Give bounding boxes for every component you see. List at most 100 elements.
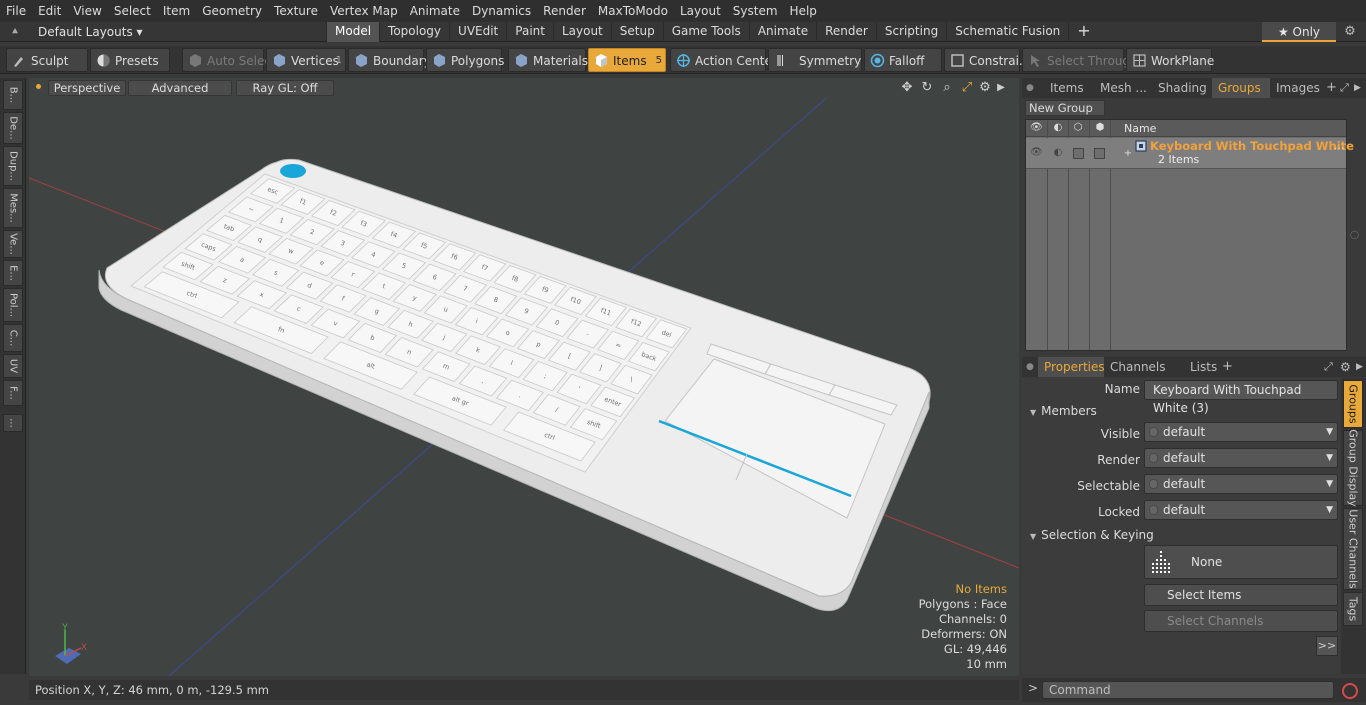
render-icon[interactable]: ◐ (1052, 122, 1064, 134)
row-lock-checkbox[interactable] (1094, 148, 1105, 159)
menu-animate[interactable]: Animate (404, 0, 466, 22)
collapse-icon[interactable]: ⯅ (8, 25, 22, 39)
locked-select[interactable]: default ▼ (1144, 500, 1338, 520)
viewport-menu-arrow-icon[interactable]: ▶ (993, 80, 1009, 96)
expand-properties-icon[interactable]: ⤢ (1324, 357, 1336, 377)
none-button[interactable]: None (1144, 545, 1338, 579)
left-tab-5[interactable]: E... (3, 260, 23, 286)
properties-menu-arrow-icon[interactable]: ▶ (1356, 357, 1366, 377)
advanced-button[interactable]: Advanced (128, 80, 232, 96)
polygons-button[interactable]: Polygons (426, 48, 504, 72)
panel-menu-arrow-icon[interactable]: ▶ (1354, 78, 1366, 98)
tab-channels[interactable]: Channels (1106, 357, 1168, 377)
expand-plus-icon[interactable]: + (1122, 148, 1134, 160)
menu-item[interactable]: Item (157, 0, 196, 22)
gear-icon[interactable]: ⚙ (1340, 22, 1360, 42)
vtab-groups[interactable]: Groups (1343, 380, 1363, 428)
visibility-eye-icon[interactable]: 👁 (1030, 122, 1043, 134)
action-center-button[interactable]: Action Center (670, 48, 777, 72)
layout-tab-paint[interactable]: Paint (506, 22, 553, 42)
left-tab-1[interactable]: De... (3, 112, 23, 144)
left-tab-0[interactable]: B... (3, 80, 23, 110)
left-tab-10[interactable]: ... (3, 414, 23, 432)
row-select-checkbox[interactable] (1073, 148, 1084, 159)
tab-properties[interactable]: Properties (1038, 357, 1105, 377)
menu-system[interactable]: System (727, 0, 784, 22)
menu-layout[interactable]: Layout (674, 0, 727, 22)
layout-tab-render[interactable]: Render (816, 22, 876, 42)
boundary-button[interactable]: Boundary (348, 48, 431, 72)
row-render-icon[interactable]: ◐ (1052, 147, 1064, 159)
viewport-indicator-icon[interactable] (36, 84, 41, 89)
materials-button[interactable]: Materials (508, 48, 588, 72)
keyboard-model[interactable]: escf1f2f3f4f5f6f7f8f9f10f11f12del~123456… (98, 158, 931, 612)
workplane-button[interactable]: WorkPlane (1126, 48, 1214, 72)
row-eye-icon[interactable]: 👁 (1030, 147, 1043, 159)
tab-mesh[interactable]: Mesh ... (1096, 78, 1152, 98)
select-cube-icon[interactable]: ⬡ (1072, 122, 1084, 134)
visible-select[interactable]: default ▼ (1144, 422, 1338, 442)
menu-view[interactable]: View (67, 0, 107, 22)
3d-viewport[interactable]: esc f1 f2 f3 f4 f5 f6 f7 f8 f9 f10 f11 f12 del ~1 2 3 4 5 6… (29, 78, 1019, 676)
render-select[interactable]: default ▼ (1144, 448, 1338, 468)
tab-items[interactable]: Items (1036, 78, 1094, 98)
members-collapse-icon[interactable]: ▼ (1030, 408, 1036, 417)
left-tab-3[interactable]: Mes... (3, 188, 23, 228)
left-tab-7[interactable]: C... (3, 324, 23, 352)
zoom-view-icon[interactable]: ⌕ (939, 80, 955, 96)
left-tab-4[interactable]: Ve... (3, 230, 23, 258)
only-toggle[interactable]: ★ Only (1262, 22, 1336, 42)
layout-tab-topology[interactable]: Topology (379, 22, 449, 42)
left-tab-9[interactable]: F... (3, 380, 23, 406)
perspective-button[interactable]: Perspective (48, 80, 126, 96)
select-through-button[interactable]: Select Through (1022, 48, 1138, 72)
command-input[interactable]: Command (1042, 681, 1334, 699)
lock-cube-icon[interactable]: ⬢ (1094, 122, 1106, 134)
layout-tab-game-tools[interactable]: Game Tools (662, 22, 749, 42)
layout-tab-layout[interactable]: Layout (552, 22, 611, 42)
auto-select-button[interactable]: Auto Select (182, 48, 276, 72)
menu-geometry[interactable]: Geometry (196, 0, 268, 22)
constraints-button[interactable]: Constrai... (944, 48, 1030, 72)
menu-file[interactable]: File (0, 0, 32, 22)
scene-canvas[interactable]: escf1f2f3f4f5f6f7f8f9f10f11f12del~123456… (29, 78, 1019, 676)
more-button[interactable]: >> (1316, 636, 1338, 656)
left-tab-2[interactable]: Dup... (3, 146, 23, 186)
add-properties-tab-icon[interactable]: + (1222, 357, 1234, 377)
tab-groups[interactable]: Groups (1212, 78, 1270, 98)
vtab-user-channels[interactable]: User Channels (1343, 508, 1363, 590)
add-layout-tab-icon[interactable]: + (1068, 22, 1098, 42)
groups-list[interactable]: 👁 ◐ ⬡ ⬢ Name 👁 ◐ + Keyboard With Touchpa… (1025, 119, 1354, 351)
sculpt-button[interactable]: Sculpt (6, 48, 88, 72)
items-button[interactable]: Items 5 (588, 48, 666, 72)
viewport-gear-icon[interactable]: ⚙ (977, 80, 993, 96)
maximize-view-icon[interactable]: ⤢ (959, 80, 975, 96)
group-title[interactable]: Keyboard With Touchpad White (1150, 139, 1354, 153)
menu-render[interactable]: Render (537, 0, 592, 22)
falloff-button[interactable]: Falloff (864, 48, 942, 72)
layouts-dropdown[interactable]: Default Layouts ▾ (38, 22, 143, 42)
vertices-button[interactable]: Vertices 1 (266, 48, 346, 72)
menu-maxtomodo[interactable]: MaxToModo (592, 0, 674, 22)
menu-select[interactable]: Select (108, 0, 157, 22)
layout-tab-animate[interactable]: Animate (748, 22, 816, 42)
left-tab-6[interactable]: Pol... (3, 288, 23, 322)
selection-keying-section[interactable]: ▼ Selection & Keying (1030, 528, 1154, 542)
menu-vertex-map[interactable]: Vertex Map (324, 0, 404, 22)
members-section[interactable]: ▼ Members (1030, 404, 1097, 418)
menu-help[interactable]: Help (784, 0, 823, 22)
properties-gear-icon[interactable]: ⚙ (1340, 357, 1352, 377)
select-channels-button[interactable]: Select Channels (1144, 610, 1338, 632)
layout-tab-uvedit[interactable]: UVEdit (449, 22, 506, 42)
new-group-button[interactable]: New Group (1025, 100, 1105, 116)
add-tab-icon[interactable]: + (1326, 78, 1338, 98)
tab-images[interactable]: Images (1272, 78, 1326, 98)
selection-collapse-icon[interactable]: ▼ (1030, 532, 1036, 541)
layout-tab-setup[interactable]: Setup (610, 22, 663, 42)
selectable-select[interactable]: default ▼ (1144, 474, 1338, 494)
scroll-handle-icon[interactable]: ◯ (1350, 230, 1359, 239)
group-row[interactable]: 👁 ◐ + Keyboard With Touchpad White ... 2… (1026, 138, 1354, 169)
tab-shading[interactable]: Shading (1154, 78, 1210, 98)
ray-gl-button[interactable]: Ray GL: Off (236, 80, 334, 96)
menu-texture[interactable]: Texture (268, 0, 324, 22)
